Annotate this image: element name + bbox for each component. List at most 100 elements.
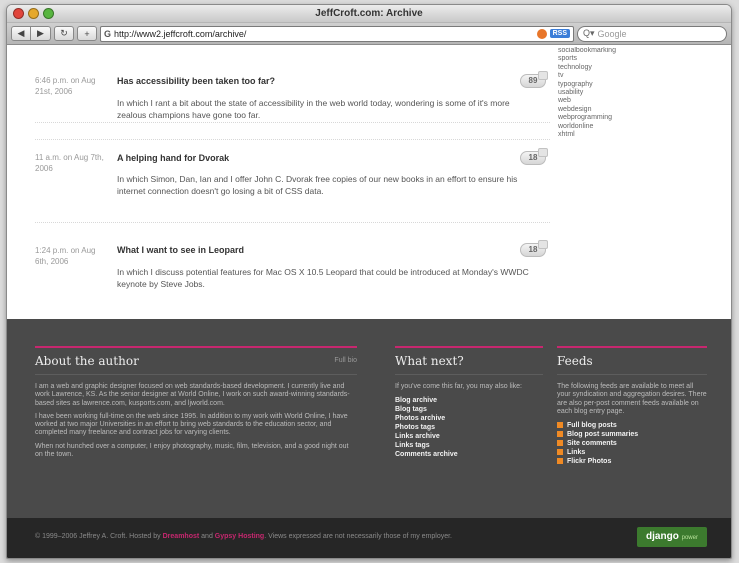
window-title: JeffCroft.com: Archive: [315, 8, 423, 19]
browser-window: JeffCroft.com: Archive ◀ ▶ ↻ + G http://…: [6, 4, 732, 559]
rss-button[interactable]: RSS: [549, 29, 570, 38]
post-list: 6:46 p.m. on Aug 21st, 2006 Has accessib…: [35, 47, 550, 303]
address-input[interactable]: http://www2.jeffcroft.com/archive/: [114, 29, 534, 39]
title-bar: JeffCroft.com: Archive: [7, 5, 731, 23]
django-badge[interactable]: django power: [637, 527, 707, 547]
post-title[interactable]: A helping hand for Dvorak: [117, 153, 229, 163]
post-item: 1:24 p.m. on Aug 6th, 2006 What I want t…: [35, 223, 550, 303]
snapback-icon[interactable]: [536, 28, 547, 39]
host-link[interactable]: Dreamhost: [163, 533, 200, 540]
rss-icon: [557, 449, 563, 456]
what-next-links: Blog archive Blog tags Photos archive Ph…: [395, 396, 543, 459]
copyright-prefix: © 1999–2006 Jeffrey A. Croft. Hosted by: [35, 533, 161, 540]
rss-icon: [557, 422, 563, 429]
what-next-intro: If you've come this far, you may also li…: [395, 383, 523, 390]
about-section: About the author Full bio I am a web and…: [35, 346, 357, 464]
forward-button[interactable]: ▶: [31, 26, 51, 41]
nav-buttons: ◀ ▶: [11, 26, 51, 41]
tag-link[interactable]: socialbookmarking: [558, 47, 616, 55]
accent-rule: [557, 346, 707, 348]
feed-link[interactable]: Site comments: [557, 439, 707, 448]
feed-link[interactable]: Full blog posts: [557, 421, 707, 430]
copyright-suffix: . Views expressed are not necessarily th…: [264, 533, 452, 540]
django-logo-sub: power: [681, 535, 698, 541]
django-logo-text: django: [646, 531, 679, 542]
feed-links: Full blog posts Blog post summaries Site…: [557, 421, 707, 466]
footer-link[interactable]: Links archive: [395, 432, 543, 441]
copyright-and: and: [201, 533, 213, 540]
add-bookmark-button[interactable]: +: [77, 26, 97, 41]
tag-link[interactable]: worldonline: [558, 123, 616, 131]
browser-toolbar: ◀ ▶ ↻ + G http://www2.jeffcroft.com/arch…: [7, 23, 731, 45]
feeds-section: Feeds The following feeds are available …: [557, 346, 707, 466]
comment-count-badge[interactable]: 89: [520, 71, 548, 88]
about-heading: About the author Full bio: [35, 354, 357, 375]
tag-link[interactable]: technology: [558, 64, 616, 72]
search-placeholder: Google: [597, 28, 627, 39]
copyright-bar: © 1999–2006 Jeffrey A. Croft. Hosted by …: [7, 518, 731, 558]
back-button[interactable]: ◀: [11, 26, 31, 41]
feed-link-label: Flickr Photos: [567, 458, 612, 466]
feeds-heading: Feeds: [557, 354, 707, 375]
post-date: 6:46 p.m. on Aug 21st, 2006: [35, 76, 96, 96]
tag-link[interactable]: web: [558, 97, 616, 105]
footer-link[interactable]: Blog tags: [395, 405, 543, 414]
footer-link[interactable]: Links tags: [395, 441, 543, 450]
what-next-section: What next? If you've come this far, you …: [395, 346, 543, 459]
reload-icon: ↻: [60, 28, 68, 38]
footer-link[interactable]: Photos archive: [395, 414, 543, 423]
post-date: 1:24 p.m. on Aug 6th, 2006: [35, 246, 96, 266]
footer-link[interactable]: Photos tags: [395, 423, 543, 432]
feed-link-label: Site comments: [567, 440, 617, 448]
about-paragraph: I am a web and graphic designer focused …: [35, 383, 350, 407]
add-bookmark-icon: +: [84, 28, 90, 39]
rss-icon: [557, 440, 563, 447]
host-link[interactable]: Gypsy Hosting: [215, 533, 264, 540]
about-paragraph: I have been working full-time on the web…: [35, 412, 348, 437]
feed-link-label: Blog post summaries: [567, 431, 639, 439]
copyright-text: © 1999–2006 Jeffrey A. Croft. Hosted by …: [35, 533, 452, 540]
footer-link[interactable]: Blog archive: [395, 396, 543, 405]
tag-link[interactable]: sports: [558, 55, 616, 63]
search-icon: Q▾: [583, 28, 595, 38]
page-content: 6:46 p.m. on Aug 21st, 2006 Has accessib…: [7, 47, 731, 319]
footer-link[interactable]: Comments archive: [395, 450, 543, 459]
comment-count-badge[interactable]: 18: [520, 240, 548, 257]
feed-link[interactable]: Blog post summaries: [557, 430, 707, 439]
feed-link-label: Full blog posts: [567, 422, 617, 430]
tag-link[interactable]: xhtml: [558, 131, 616, 139]
post-title[interactable]: Has accessibility been taken too far?: [117, 76, 275, 86]
feed-link[interactable]: Flickr Photos: [557, 457, 707, 466]
about-paragraph: When not hunched over a computer, I enjo…: [35, 442, 349, 459]
tag-link[interactable]: tv: [558, 72, 616, 80]
what-next-heading: What next?: [395, 354, 543, 375]
comment-count-badge[interactable]: 18: [520, 148, 548, 165]
post-item: 11 a.m. on Aug 7th, 2006 A helping hand …: [35, 139, 550, 223]
rss-icon: [557, 458, 563, 465]
tag-link[interactable]: typography: [558, 81, 616, 89]
reload-button[interactable]: ↻: [54, 26, 74, 41]
post-item: 6:46 p.m. on Aug 21st, 2006 Has accessib…: [35, 47, 550, 123]
back-icon: ◀: [17, 28, 25, 38]
post-date: 11 a.m. on Aug 7th, 2006: [35, 153, 104, 173]
address-bar[interactable]: G http://www2.jeffcroft.com/archive/ RSS: [100, 25, 574, 42]
search-field[interactable]: Q▾ Google: [577, 25, 727, 42]
post-description: In which I discuss potential features fo…: [117, 267, 529, 289]
site-footer: About the author Full bio I am a web and…: [7, 319, 731, 518]
feeds-intro: The following feeds are available to mee…: [557, 383, 707, 415]
feed-link[interactable]: Links: [557, 448, 707, 457]
forward-icon: ▶: [37, 28, 44, 38]
tag-link[interactable]: usability: [558, 89, 616, 97]
full-bio-link[interactable]: Full bio: [334, 357, 357, 364]
feed-link-label: Links: [567, 449, 586, 457]
site-favicon-icon: G: [104, 28, 112, 39]
rss-icon: [557, 431, 563, 438]
post-description: In which I rant a bit about the state of…: [117, 98, 510, 120]
tag-list: socialbookmarking sports technology tv t…: [558, 47, 616, 139]
post-title[interactable]: What I want to see in Leopard: [117, 245, 244, 255]
tag-link[interactable]: webprogramming: [558, 114, 616, 122]
post-description: In which Simon, Dan, Ian and I offer Joh…: [117, 174, 518, 196]
tag-link[interactable]: webdesign: [558, 106, 616, 114]
accent-rule: [395, 346, 543, 348]
accent-rule: [35, 346, 357, 348]
